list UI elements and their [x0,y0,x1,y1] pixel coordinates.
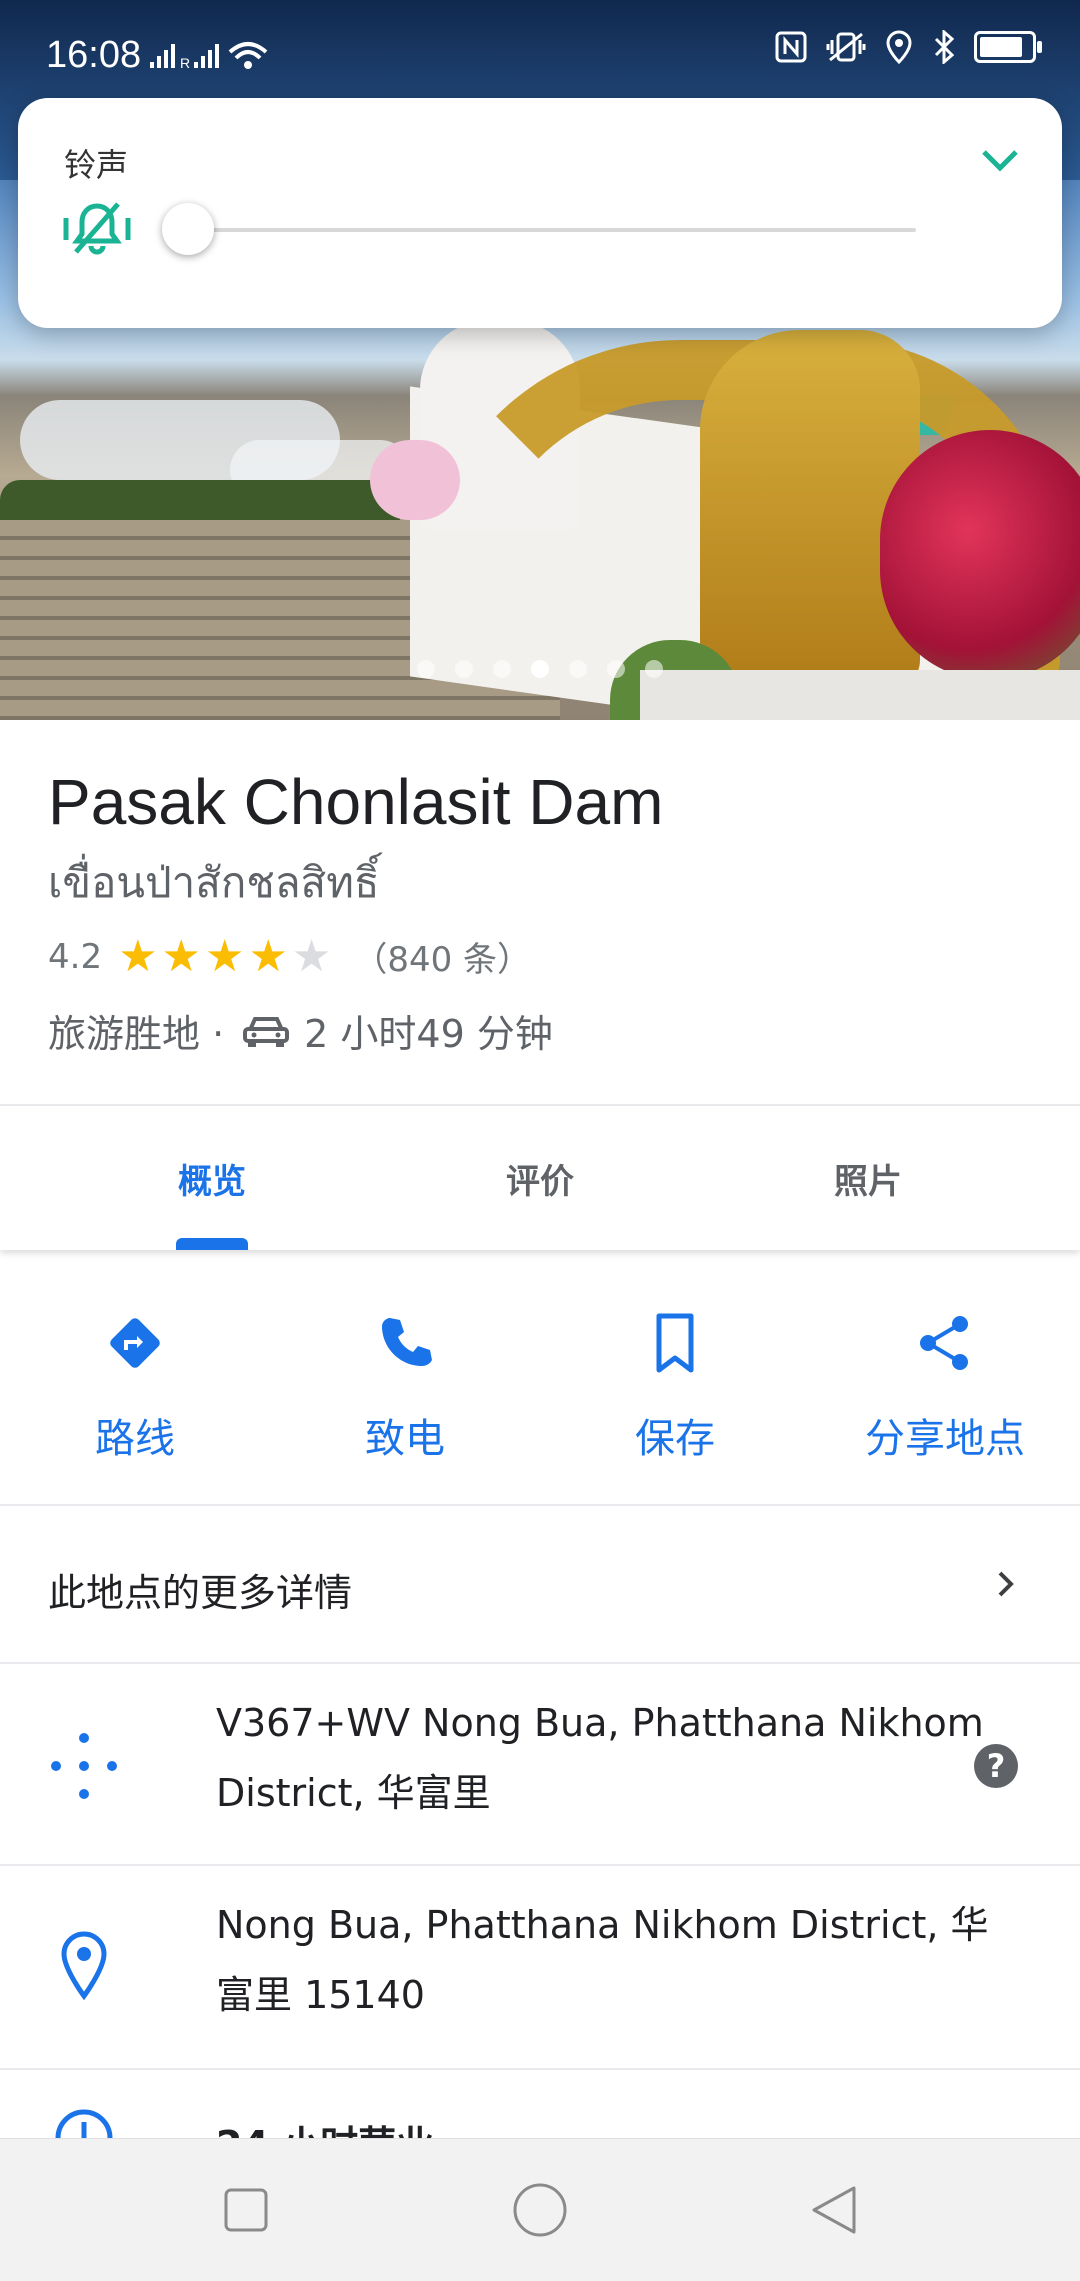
ringer-muted-icon[interactable] [62,198,132,258]
rating-row[interactable]: 4.2 ★ ★ ★ ★ ★ （840 条） [48,932,531,981]
photo-trees [0,480,400,520]
volume-panel: 铃声 [18,98,1062,328]
plus-code-row[interactable]: V367+WV Nong Bua, Phatthana Nikhom Distr… [0,1664,1080,1862]
rating-value: 4.2 [48,936,103,977]
plus-code-icon [51,1733,117,1799]
phone-icon [382,1318,432,1366]
location-pin-icon [61,1931,107,2001]
address-row[interactable]: Nong Bua, Phatthana Nikhom District, 华富里… [0,1866,1080,2066]
more-details-row[interactable]: 此地点的更多详情 [0,1506,1080,1662]
gallery-dot-active [531,660,549,678]
directions-label: 路线 [95,1416,175,1462]
action-bar: 路线 致电 保存 分享地点 [0,1290,1080,1490]
car-icon [243,1016,290,1047]
gallery-dot [645,660,663,678]
recent-apps-button[interactable] [186,2139,306,2281]
star-icon: ★ [161,930,201,982]
hours-row[interactable]: 24 小时营业 [0,2070,1080,2138]
status-bar: 16:08 R [0,0,1080,110]
volume-slider-thumb[interactable] [162,203,214,255]
place-local-name: เขื่อนป่าสักชลสิทธิ์ [48,858,380,907]
gallery-dot [569,660,587,678]
square-icon [224,2188,268,2232]
gallery-dot [493,660,511,678]
home-button[interactable] [480,2139,600,2281]
gallery-dot [455,660,473,678]
share-icon [920,1316,968,1370]
plus-code-text: V367+WV Nong Bua, Phatthana Nikhom Distr… [216,1701,984,1815]
review-count: （840 条） [353,940,532,980]
star-icon: ★ [118,930,158,982]
save-button[interactable]: 保存 [540,1290,810,1490]
bookmark-icon [656,1313,694,1373]
tab-photos[interactable]: 照片 [648,1106,1080,1250]
place-name: Pasak Chonlasit Dam [48,766,664,838]
directions-button[interactable]: 路线 [0,1290,270,1490]
status-time: 16:08 [46,34,142,76]
system-nav-bar [0,2138,1080,2281]
back-button[interactable] [774,2139,894,2281]
gallery-indicator [0,660,1080,678]
gallery-dot [417,660,435,678]
photo-flowers [880,430,1080,680]
tab-bar: 概览 评价 照片 [0,1106,1080,1250]
volume-track[interactable] [186,228,916,232]
star-icon: ★ [248,930,288,982]
chevron-right-icon [998,1571,1014,1597]
nfc-icon [775,31,807,63]
save-label: 保存 [635,1416,715,1462]
place-category: 旅游胜地 · [48,1012,225,1056]
circle-icon [513,2183,567,2237]
directions-icon [110,1318,160,1368]
tab-indicator [176,1238,248,1250]
volume-label: 铃声 [64,146,129,184]
clock-icon [55,2109,113,2138]
vibrate-icon [826,32,866,62]
meta-row: 旅游胜地 · 2 小时49 分钟 [48,1003,553,1058]
signal-icon: R [148,38,268,79]
rating-stars: ★ ★ ★ ★ ★ [118,930,332,982]
more-details-label: 此地点的更多详情 [48,1571,353,1615]
star-icon: ★ [204,930,245,982]
status-icons [774,30,1042,64]
chevron-down-icon[interactable] [978,138,1022,182]
share-button[interactable]: 分享地点 [810,1290,1080,1490]
drive-time: 2 小时49 分钟 [304,1012,553,1056]
call-button[interactable]: 致电 [270,1290,540,1490]
location-icon [886,30,912,64]
roaming-indicator: R [180,55,191,71]
gallery-dot [607,660,625,678]
help-icon[interactable]: ? [974,1744,1018,1788]
share-label: 分享地点 [865,1416,1025,1462]
bluetooth-icon [934,30,955,64]
star-empty-icon: ★ [291,930,332,982]
call-label: 致电 [365,1416,445,1462]
hours-text: 24 小时营业 [216,2114,434,2138]
back-triangle-icon [812,2186,856,2234]
battery-icon [974,31,1042,63]
address-text: Nong Bua, Phatthana Nikhom District, 华富里… [216,1903,989,2017]
